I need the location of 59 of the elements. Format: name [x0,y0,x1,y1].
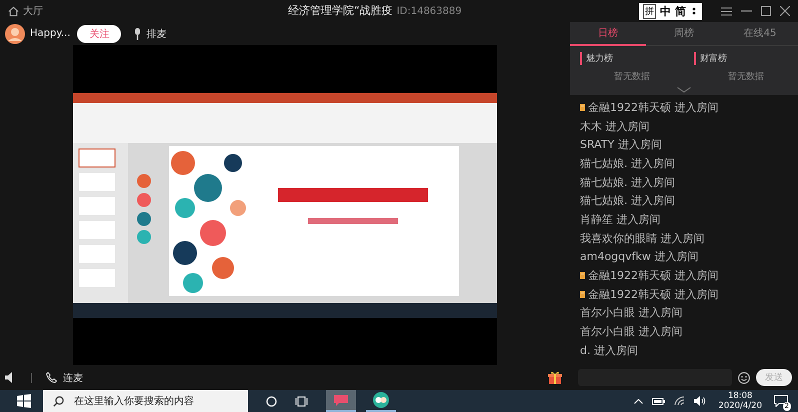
ime-key[interactable]: 中 [660,4,671,18]
taskbar-search-field[interactable]: 在这里输入你要搜索的内容 [43,390,248,412]
battery-icon[interactable] [652,398,666,404]
empty-text: 暂无数据 [614,70,651,83]
ime-key[interactable]: 简 [675,4,686,18]
chevron-down-icon[interactable] [677,87,691,93]
taskbar-app[interactable] [366,390,396,412]
chat-message: am4ogqvfkw 进入房间 [580,249,698,264]
ime-key[interactable]: 拼 [643,4,656,18]
lobby-link[interactable]: 大厅 [23,4,43,18]
gift-icon[interactable] [548,371,562,384]
circle-icon[interactable] [266,396,277,406]
search-icon [53,396,64,406]
tab[interactable]: 在线45 [722,22,798,46]
ranking-title: 财富榜 [694,52,798,65]
co-host-link[interactable]: 连麦 [63,370,83,384]
ime-toolbar[interactable]: 拼 中 简 [639,2,702,20]
room-title: 经济管理学院“战胜疫 [288,3,393,18]
notification-icon [774,395,788,407]
follow-button[interactable]: 关注 [77,24,122,42]
task-view-icon[interactable] [295,396,308,406]
close-icon[interactable] [780,6,790,16]
clock-time[interactable]: 18:08 [728,391,752,401]
chat-message: 我喜欢你的眼睛 进入房间 [580,230,704,246]
maximize-icon[interactable] [761,6,771,16]
chat-message: 金融1922韩天硕 进入房间 [588,100,718,115]
host-name: Happy... [30,28,70,39]
phone-icon[interactable] [46,372,57,383]
dots-icon [690,6,698,16]
chat-message: 猫七姑娘. 进入房间 [580,193,675,208]
smiley-icon[interactable] [738,372,750,384]
minimize-icon[interactable] [741,10,752,12]
chat-message: SRATY 进入房间 [580,137,662,152]
clock-date[interactable]: 2020/4/20 [718,401,762,411]
chat-message: 猫七姑娘. 进入房间 [580,156,675,171]
tab[interactable]: 周榜 [646,22,722,46]
chat-message: 金融1922韩天硕 进入房间 [588,268,718,284]
avatar[interactable] [5,24,25,44]
ranking-title: 魅力榜 [580,52,684,65]
chat-message: 首尔小白眼 进入房间 [580,324,682,340]
chat-message: 猫七姑娘. 进入房间 [580,174,675,190]
chat-message: 肖静笙 进入房间 [580,212,660,227]
chat-message: 木木 进入房间 [580,118,650,134]
home-icon[interactable] [8,6,19,16]
room-id: ID:14863889 [396,6,462,17]
wifi-icon[interactable] [674,396,686,406]
tab[interactable]: 日榜 [570,22,646,46]
chat-bubble-icon [333,394,349,406]
faces-icon [373,392,389,408]
microphone-icon[interactable] [134,28,142,40]
menu-icon[interactable] [721,6,732,16]
chat-message: 首尔小白眼 进入房间 [580,305,682,320]
chat-message: 金融1922韩天硕 进入房间 [588,286,718,302]
volume-icon[interactable] [694,396,706,406]
chat-message: d. 进入房间 [580,342,638,358]
empty-text: 暂无数据 [728,70,765,83]
windows-icon[interactable] [17,394,31,408]
queue-link[interactable]: 排麦 [146,26,166,40]
caret-up-icon[interactable] [634,398,644,404]
